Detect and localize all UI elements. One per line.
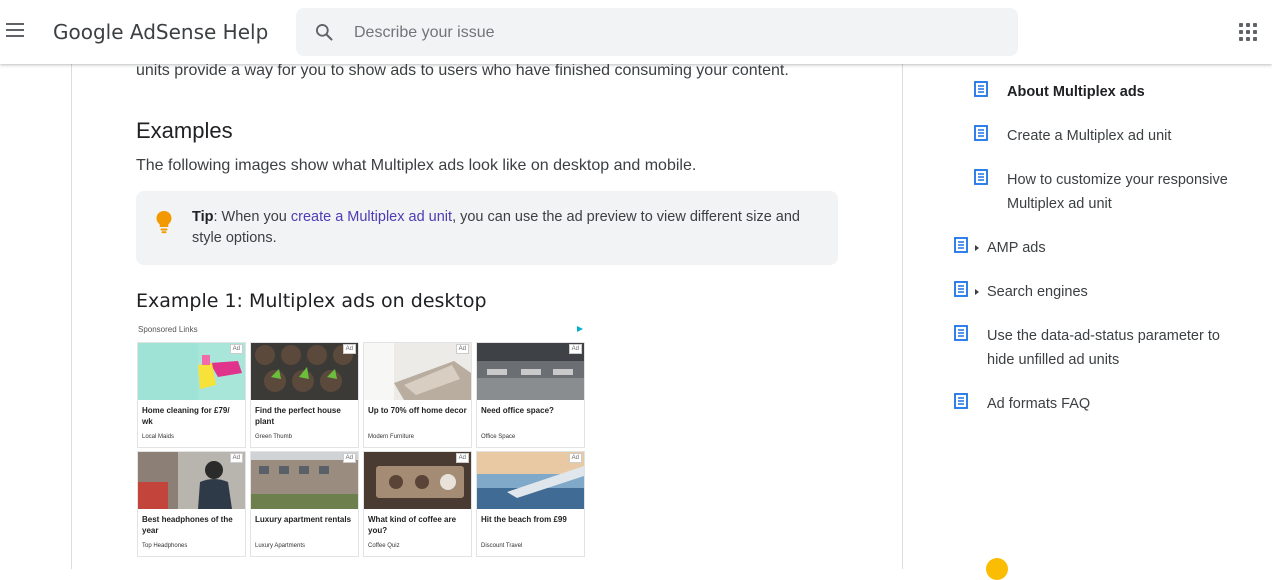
ad-source: Discount Travel xyxy=(481,543,523,549)
ad-title: What kind of coffee are you? xyxy=(368,515,457,535)
ad-source: Top Headphones xyxy=(142,543,188,549)
ad-card[interactable]: Ad Home cleaning for £79/ wk Local Maids xyxy=(137,342,246,448)
top-app-bar: Google AdSense Help xyxy=(0,0,1272,64)
sidebar-item-label: Ad formats FAQ xyxy=(987,396,1091,412)
ad-title: Find the perfect house plant xyxy=(255,406,341,426)
app-title[interactable]: Google AdSense Help xyxy=(53,20,268,44)
ad-card[interactable]: Ad Best headphones of the year Top Headp… xyxy=(137,451,246,557)
ad-title: Luxury apartment rentals xyxy=(255,515,352,524)
tip-text-before: : When you xyxy=(213,209,291,225)
sponsored-links-label: Sponsored Links xyxy=(138,325,198,334)
article-icon xyxy=(974,169,988,185)
help-chat-fab[interactable] xyxy=(986,558,1008,580)
expand-caret-icon[interactable] xyxy=(975,289,979,295)
ad-badge: Ad xyxy=(229,344,243,354)
sidebar-item-label-line1: How to customize your responsive xyxy=(1007,172,1228,188)
sidebar-item-ad-formats-faq[interactable]: Ad formats FAQ xyxy=(952,392,1152,418)
ad-source: Office Space xyxy=(481,434,516,440)
ad-badge: Ad xyxy=(455,344,469,354)
search-bar[interactable] xyxy=(296,8,1018,58)
ad-badge: Ad xyxy=(342,344,356,354)
ad-title: Hit the beach from £99 xyxy=(481,515,567,524)
examples-heading: Examples xyxy=(136,118,233,143)
ad-source: Modern Furniture xyxy=(368,434,415,440)
ad-source: Green Thumb xyxy=(255,434,292,440)
intro-text: units provide a way for you to show ads … xyxy=(136,62,789,79)
apps-grid-icon[interactable] xyxy=(1239,23,1257,41)
hamburger-menu-icon[interactable] xyxy=(6,20,28,42)
ad-badge: Ad xyxy=(568,453,582,463)
sidebar-item-create-multiplex-ad-unit[interactable]: Create a Multiplex ad unit xyxy=(972,124,1232,150)
sidebar-item-label-line2: hide unfilled ad units xyxy=(987,352,1120,368)
ad-card[interactable]: Ad Find the perfect house plant Green Th… xyxy=(250,342,359,448)
sidebar-item-label-line2: Multiplex ad unit xyxy=(1007,196,1112,212)
sidebar-item-amp-ads[interactable]: AMP ads xyxy=(952,236,1152,262)
ad-source: Coffee Quiz xyxy=(368,543,400,549)
ad-badge: Ad xyxy=(455,453,469,463)
ad-badge: Ad xyxy=(342,453,356,463)
lightbulb-icon xyxy=(156,211,172,234)
ad-title: Best headphones of the year xyxy=(142,515,233,535)
sidebar-divider xyxy=(902,64,903,569)
sidebar-item-label: Search engines xyxy=(987,284,1088,300)
sidebar-item-search-engines[interactable]: Search engines xyxy=(952,280,1152,306)
adchoices-icon[interactable] xyxy=(576,325,584,333)
article-icon xyxy=(954,281,968,297)
search-input[interactable] xyxy=(352,8,996,58)
sidebar-item-customize-responsive-multiplex[interactable]: How to customize your responsive Multipl… xyxy=(972,168,1242,218)
ad-card[interactable]: Ad What kind of coffee are you? Coffee Q… xyxy=(363,451,472,557)
ad-source: Local Maids xyxy=(142,434,175,440)
ad-badge: Ad xyxy=(229,453,243,463)
ad-card[interactable]: Ad Luxury apartment rentals Luxury Apart… xyxy=(250,451,359,557)
tip-callout: Tip: When you create a Multiplex ad unit… xyxy=(136,191,838,265)
article-left-divider xyxy=(71,64,72,569)
article-icon xyxy=(954,393,968,409)
ad-badge: Ad xyxy=(568,344,582,354)
ad-title: Up to 70% off home decor xyxy=(368,406,467,415)
sidebar-item-label: AMP ads xyxy=(987,240,1046,256)
tip-label: Tip xyxy=(192,209,214,225)
expand-caret-icon[interactable] xyxy=(975,245,979,251)
sidebar-item-about-multiplex-ads[interactable]: About Multiplex ads xyxy=(972,80,1232,106)
ad-title: Need office space? xyxy=(481,406,554,415)
examples-description: The following images show what Multiplex… xyxy=(136,157,697,174)
article-icon xyxy=(974,125,988,141)
sidebar-item-label: Create a Multiplex ad unit xyxy=(1007,128,1172,144)
example1-heading: Example 1: Multiplex ads on desktop xyxy=(136,290,487,312)
article-icon xyxy=(974,81,988,97)
create-multiplex-ad-unit-link[interactable]: create a Multiplex ad unit xyxy=(291,209,452,225)
sidebar-item-label-line1: Use the data-ad-status parameter to xyxy=(987,328,1220,344)
ad-title: Home cleaning for £79/ wk xyxy=(142,406,230,426)
search-icon[interactable] xyxy=(314,22,334,42)
ad-card[interactable]: Ad Up to 70% off home decor Modern Furni… xyxy=(363,342,472,448)
sidebar-item-data-ad-status[interactable]: Use the data-ad-status parameter to hide… xyxy=(952,324,1242,374)
sidebar-item-label: About Multiplex ads xyxy=(1007,84,1145,100)
article-icon xyxy=(954,325,968,341)
multiplex-ad-preview-image: Sponsored Links Ad Home cleaning for £79… xyxy=(136,322,588,558)
ad-card[interactable]: Ad Need office space? Office Space xyxy=(476,342,585,448)
ad-source: Luxury Apartments xyxy=(255,543,306,549)
ad-card[interactable]: Ad Hit the beach from £99 Discount Trave… xyxy=(476,451,585,557)
tip-text: Tip: When you create a Multiplex ad unit… xyxy=(192,207,812,249)
article-icon xyxy=(954,237,968,253)
